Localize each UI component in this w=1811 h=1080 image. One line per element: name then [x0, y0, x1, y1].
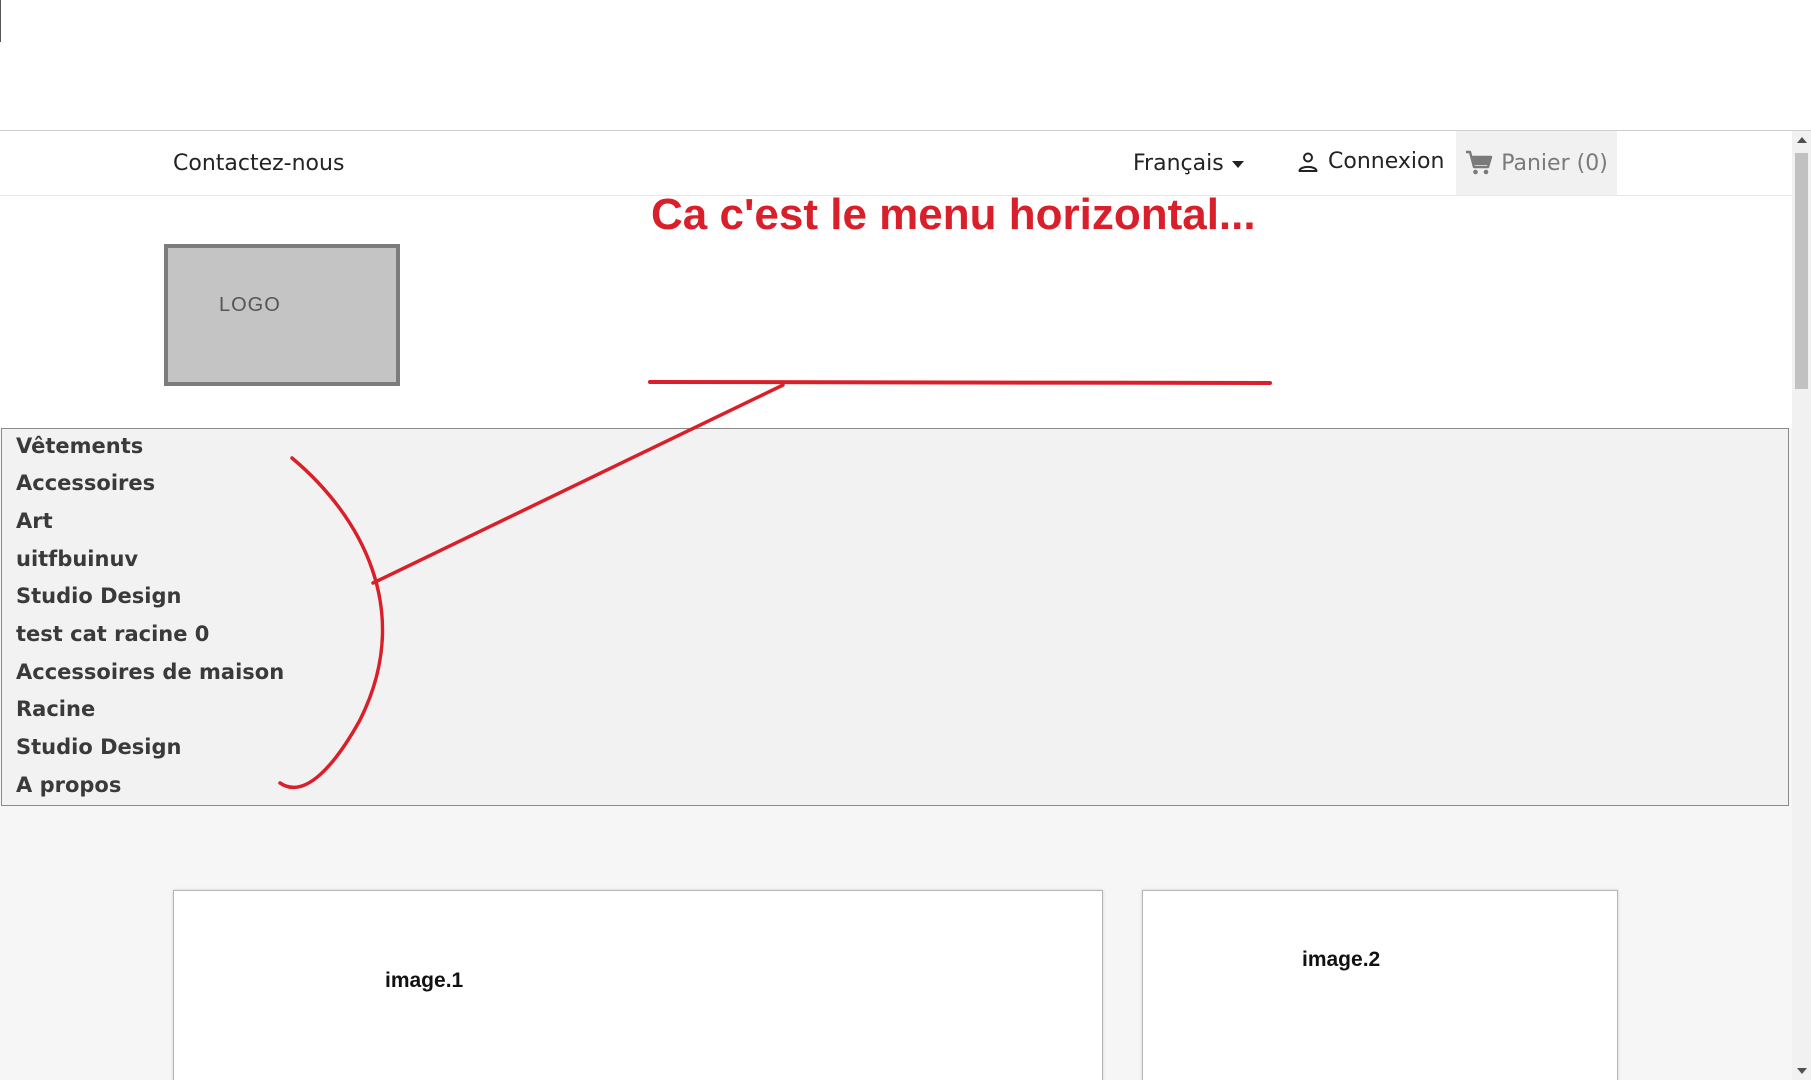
login-label: Connexion — [1328, 149, 1445, 174]
logo[interactable]: LOGO — [164, 244, 400, 386]
cart-button[interactable]: Panier (0) — [1456, 131, 1617, 195]
image-1-placeholder[interactable]: image.1 — [173, 890, 1103, 1080]
logo-text: LOGO — [219, 294, 281, 316]
menu-item[interactable]: Studio Design — [16, 584, 181, 608]
login-link[interactable]: Connexion — [1296, 149, 1444, 174]
annotation-text: Ca c'est le menu horizontal... — [651, 190, 1256, 239]
scrollbar-thumb[interactable] — [1795, 153, 1808, 389]
menu-item[interactable]: Accessoires — [16, 471, 155, 495]
text-cursor — [0, 0, 1, 42]
contact-link[interactable]: Contactez-nous — [173, 151, 344, 176]
menu-item[interactable]: Studio Design — [16, 735, 181, 759]
scroll-up-arrow-icon[interactable] — [1792, 131, 1811, 149]
vertical-scrollbar[interactable] — [1792, 131, 1811, 1080]
menu-item[interactable]: uitfbuinuv — [16, 547, 138, 571]
image-2-placeholder[interactable]: image.2 — [1142, 890, 1618, 1080]
blank-top-area — [0, 0, 1811, 131]
user-icon — [1298, 152, 1318, 172]
page: Contactez-nous Français Connexion Panier… — [0, 0, 1811, 1080]
menu-item[interactable]: test cat racine 0 — [16, 622, 209, 646]
menu-item[interactable]: Accessoires de maison — [16, 660, 284, 684]
menu-item[interactable]: A propos — [16, 773, 121, 797]
language-selector[interactable]: Français — [1133, 151, 1244, 176]
main-menu: Vêtements Accessoires Art uitfbuinuv Stu… — [1, 428, 1789, 806]
language-label: Français — [1133, 151, 1224, 176]
browser-viewport: Contactez-nous Français Connexion Panier… — [0, 131, 1792, 1080]
shopping-cart-icon — [1466, 150, 1493, 175]
image-2-label: image.2 — [1302, 948, 1381, 971]
scroll-down-arrow-icon[interactable] — [1792, 1062, 1811, 1080]
menu-item[interactable]: Vêtements — [16, 434, 143, 458]
menu-item[interactable]: Art — [16, 509, 53, 533]
caret-down-icon — [1231, 161, 1244, 168]
cart-label: Panier (0) — [1501, 150, 1608, 176]
top-nav-bar: Contactez-nous Français Connexion Panier… — [0, 131, 1792, 196]
image-1-label: image.1 — [385, 969, 464, 992]
menu-item[interactable]: Racine — [16, 697, 95, 721]
